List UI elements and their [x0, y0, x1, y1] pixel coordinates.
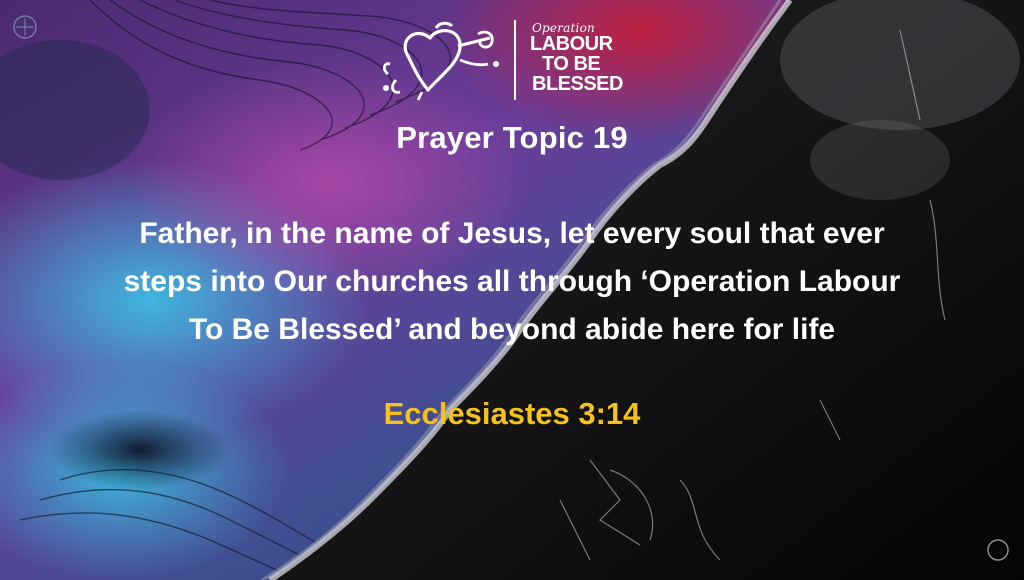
prayer-topic-title: Prayer Topic 19: [396, 120, 628, 155]
heart-splash-icon: [383, 21, 499, 101]
logo-wordmark: Operation LABOUR TO BE BLESSED: [530, 22, 660, 94]
prayer-line: steps into Our churches all through ‘Ope…: [123, 265, 901, 298]
slide: Operation LABOUR TO BE BLESSED Prayer To…: [0, 0, 1024, 580]
circle-mark-icon: [987, 539, 1009, 561]
logo-line-3: BLESSED: [532, 73, 623, 95]
scripture-reference: Ecclesiastes 3:14: [383, 396, 641, 431]
settings-circle-icon: [13, 15, 37, 39]
logo-line-2: TO BE: [542, 53, 601, 75]
logo-divider: [514, 20, 516, 100]
prayer-line: To Be Blessed’ and beyond abide here for…: [188, 313, 836, 346]
prayer-line: Father, in the name of Jesus, let every …: [139, 217, 885, 250]
campaign-logo: Operation LABOUR TO BE BLESSED: [378, 14, 658, 104]
logo-line-1: LABOUR: [530, 33, 613, 55]
prayer-text: Father, in the name of Jesus, let every …: [0, 210, 1024, 354]
